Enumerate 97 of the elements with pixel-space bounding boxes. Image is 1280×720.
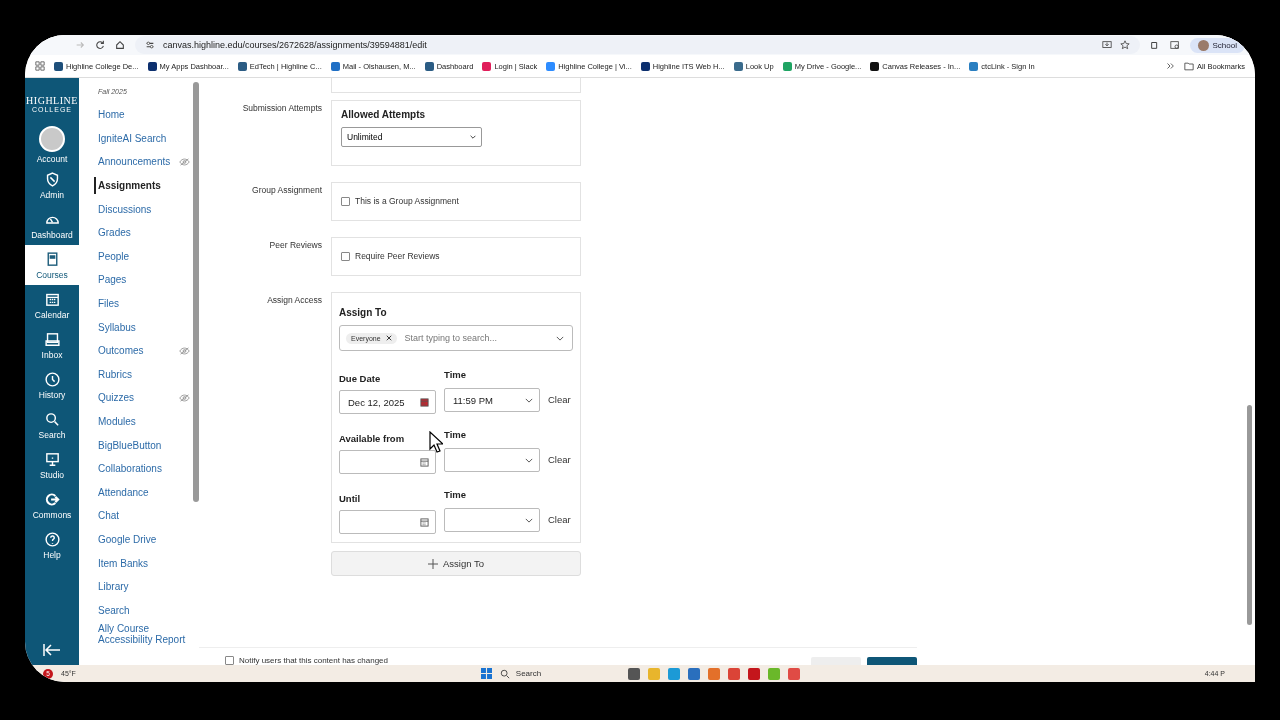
global-nav-item[interactable]: Admin [25, 165, 79, 205]
date-label: Until [339, 493, 362, 504]
course-nav-link[interactable]: Home [98, 109, 125, 121]
caret-icon [525, 517, 533, 523]
home-icon[interactable] [115, 40, 125, 50]
global-nav-item[interactable]: Inbox [25, 325, 79, 365]
date-field[interactable] [339, 450, 436, 474]
clear-link[interactable]: Clear [548, 454, 571, 465]
global-nav-item[interactable]: Courses [25, 245, 79, 285]
course-nav-link[interactable]: Announcements [98, 156, 171, 168]
course-nav-link[interactable]: Modules [98, 416, 136, 427]
global-nav-item[interactable]: Studio [25, 445, 79, 485]
field-label: Assign Access [266, 294, 322, 307]
remove-icon[interactable] [385, 335, 392, 341]
taskbar-search[interactable]: Search [499, 668, 620, 679]
course-nav-link[interactable]: Chat [98, 510, 120, 522]
course-nav-link[interactable]: Discussions [98, 203, 152, 215]
checkbox-option[interactable]: Require Peer Reviews [341, 251, 571, 261]
nav-icon [43, 410, 61, 428]
course-nav-link[interactable]: Ally Course Accessibility Report [98, 622, 199, 645]
panel-heading: Assign To [339, 307, 388, 318]
course-nav-link[interactable]: Files [98, 298, 120, 310]
time-select[interactable] [444, 508, 540, 532]
clear-link[interactable]: Clear [548, 394, 571, 405]
field-label: Submission Attempts [241, 102, 322, 115]
caret-icon [525, 397, 533, 403]
course-nav-link[interactable]: People [98, 250, 130, 262]
url-text: canvas.highline.edu/courses/2672628/assignments/39594881/edit [163, 40, 427, 50]
time-label: Time [444, 489, 467, 500]
nav-icon [43, 370, 61, 388]
global-nav-item[interactable]: Commons [25, 485, 79, 525]
mouse-cursor-icon [429, 431, 443, 453]
star-icon[interactable] [1119, 40, 1130, 50]
apps-icon[interactable] [35, 61, 45, 71]
global-nav-item[interactable]: Account [25, 125, 79, 165]
nav-icon [43, 330, 61, 348]
course-nav-link[interactable]: Quizzes [98, 392, 135, 404]
course-nav-link[interactable]: Pages [98, 274, 127, 286]
plus-icon [428, 558, 438, 569]
taskbar-app-icon[interactable] [667, 667, 680, 680]
taskbar-app-icon[interactable] [727, 667, 740, 680]
field-label: Group Assignment [251, 184, 322, 197]
time-select[interactable]: 11:59 PM [444, 388, 540, 412]
caret-icon [556, 335, 564, 341]
install-icon[interactable] [1101, 40, 1112, 50]
date-label: Due Date [339, 373, 382, 384]
start-icon[interactable] [480, 668, 492, 679]
address-bar[interactable]: canvas.highline.edu/courses/2672628/assignments/39594881/edit [135, 36, 1140, 54]
global-nav-item[interactable]: Dashboard [25, 205, 79, 245]
time-label: Time [444, 369, 467, 380]
time-label: Time [444, 429, 467, 440]
folder-icon [1184, 61, 1195, 71]
course-nav-link[interactable]: Library [98, 581, 129, 593]
course-nav-link[interactable]: Grades [98, 227, 131, 239]
avatar-icon [39, 126, 65, 152]
global-nav-item[interactable]: Search [25, 405, 79, 445]
course-nav-link[interactable]: IgniteAI Search [98, 132, 167, 144]
split-view-icon[interactable] [1169, 40, 1180, 50]
course-nav-link[interactable]: Search [98, 604, 130, 616]
checkbox-option[interactable]: This is a Group Assignment [341, 196, 571, 206]
nav-icon [43, 450, 61, 468]
caret-icon [525, 457, 533, 463]
more-bookmarks-icon[interactable] [1165, 61, 1176, 71]
add-assign-to-button[interactable]: Assign To [331, 551, 581, 576]
taskbar-app-icon[interactable] [747, 667, 760, 680]
panel-heading: Allowed Attempts [341, 109, 427, 120]
course-nav-link[interactable]: Rubrics [98, 368, 132, 380]
calendar-icon[interactable] [420, 397, 429, 407]
site-settings-icon[interactable] [145, 40, 155, 50]
attempts-select[interactable]: Unlimited [341, 127, 482, 147]
taskbar-app-icon[interactable] [787, 667, 800, 680]
taskbar-app-icon[interactable] [687, 667, 700, 680]
taskbar-app-icon[interactable] [707, 667, 720, 680]
global-nav-item[interactable]: Calendar [25, 285, 79, 325]
course-nav-link[interactable]: BigBlueButton [98, 439, 162, 451]
clear-link[interactable]: Clear [548, 514, 571, 525]
course-nav-link[interactable]: Item Banks [98, 557, 149, 569]
field-label: Peer Reviews [268, 239, 322, 252]
reload-icon[interactable] [95, 40, 105, 50]
time-select[interactable] [444, 448, 540, 472]
date-label: Available from [339, 433, 406, 444]
date-field[interactable]: Dec 12, 2025 [339, 390, 436, 414]
caret-icon [470, 135, 476, 139]
collapse-icon[interactable] [42, 643, 62, 657]
global-nav-item[interactable]: Help [25, 525, 79, 565]
global-nav-item[interactable]: History [25, 365, 79, 405]
profile-button[interactable]: School [1189, 37, 1245, 53]
search-icon [499, 668, 510, 679]
extensions-icon[interactable] [1149, 40, 1160, 50]
date-field[interactable] [339, 510, 436, 534]
course-nav-link[interactable]: Attendance [98, 486, 149, 498]
course-nav-link[interactable]: Google Drive [98, 534, 157, 545]
course-nav-link[interactable]: Outcomes [98, 345, 144, 357]
course-nav-link[interactable]: Collaborations [98, 463, 162, 475]
course-nav-link[interactable]: Syllabus [98, 321, 136, 333]
taskbar-app-icon[interactable] [627, 667, 640, 680]
nav-icon [43, 530, 61, 548]
